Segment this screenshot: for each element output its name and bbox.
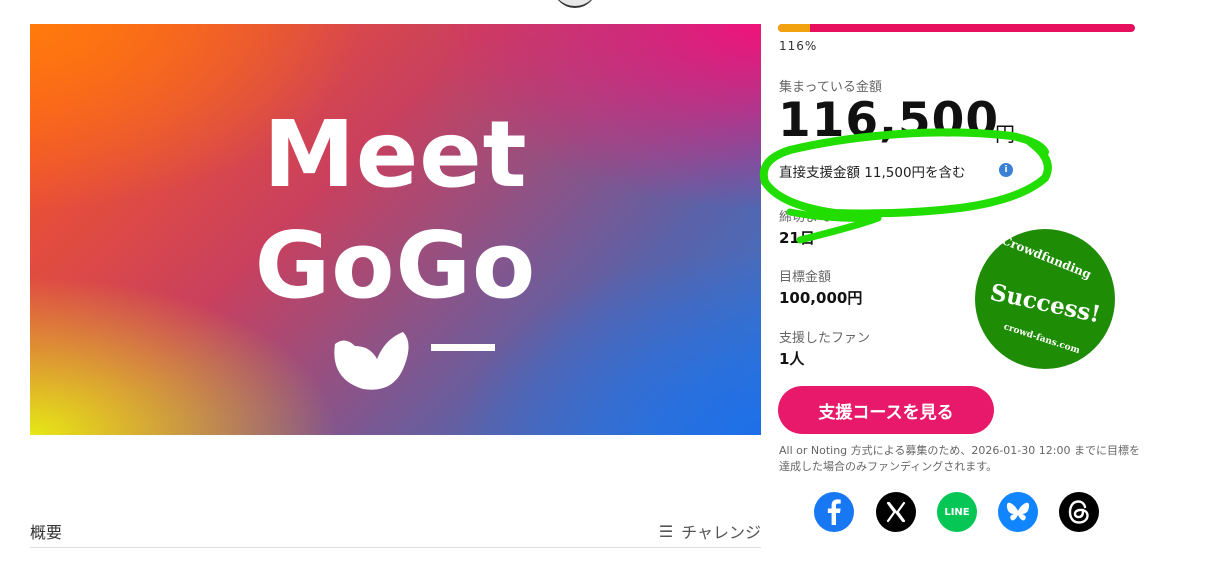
info-icon[interactable]: i (999, 163, 1013, 177)
view-support-courses-button[interactable]: 支援コースを見る (778, 386, 994, 434)
direct-support-amount: 直接支援金額 11,500円を含む (779, 165, 966, 181)
funding-progress-bar (778, 24, 1135, 32)
content-tab-bar: 概要 ☰ チャレンジ (30, 510, 761, 548)
deadline-label: 締切まで (779, 210, 832, 225)
all-or-nothing-note: All or Noting 方式による募集のため、2026-01-30 12:0… (779, 444, 1140, 473)
list-menu-icon: ☰ (658, 521, 674, 541)
raised-amount: 116,500 (778, 93, 1000, 148)
x-icon[interactable] (876, 492, 916, 532)
crowdfunding-success-stamp: Crowdfunding Success! crowd-fans.com (975, 229, 1115, 369)
hero-title-line1: Meet (263, 101, 528, 208)
deadline-value: 21日 (779, 229, 815, 247)
bird-logo-icon (334, 332, 495, 390)
threads-icon[interactable] (1059, 492, 1099, 532)
currency-unit: 円 (995, 122, 1015, 146)
avatar (553, 0, 597, 8)
challenge-menu-button[interactable]: ☰ チャレンジ (659, 519, 761, 543)
progress-fill (778, 24, 811, 32)
tab-overview[interactable]: 概要 (30, 519, 62, 543)
goal-value: 100,000円 (779, 289, 863, 307)
fans-label: 支援したファン (779, 331, 871, 346)
fans-value: 1人 (779, 350, 805, 368)
goal-label: 目標金額 (779, 270, 832, 285)
challenge-menu-label: チャレンジ (681, 523, 761, 542)
stamp-bottom-text: crowd-fans.com (1002, 322, 1081, 356)
stamp-top-text: Crowdfunding (1000, 233, 1094, 282)
project-hero-image: Meet GoGo (30, 24, 761, 435)
bluesky-icon[interactable] (998, 492, 1038, 532)
progress-percent: 116% (779, 39, 818, 53)
line-icon[interactable]: LINE (937, 492, 977, 532)
hero-title-line2: GoGo (254, 212, 537, 319)
facebook-icon[interactable] (814, 492, 854, 532)
